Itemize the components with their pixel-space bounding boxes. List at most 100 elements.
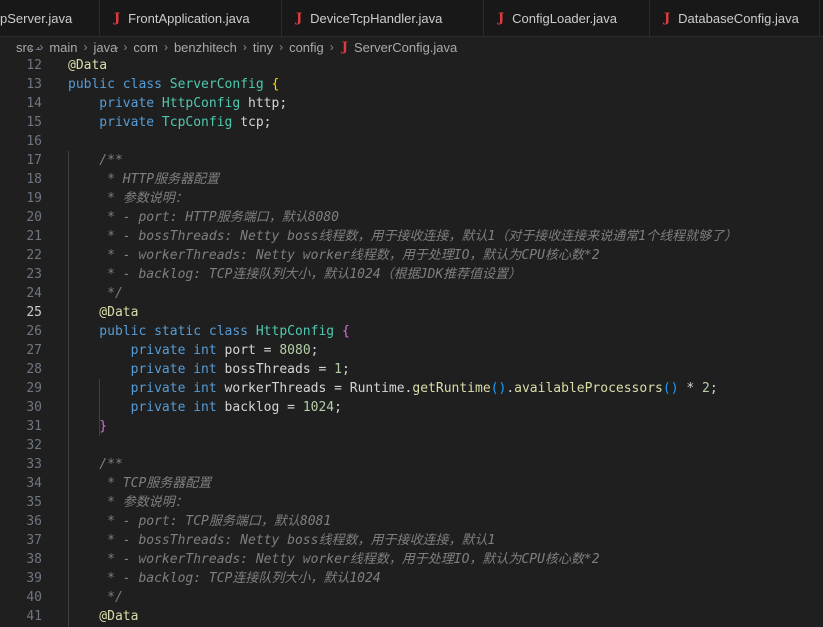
code-line[interactable]: 24 */ [0, 284, 823, 303]
code-token: * 参数说明： [68, 191, 188, 206]
line-number: 28 [26, 362, 42, 377]
code-token: bossThreads = [224, 362, 335, 377]
code-token: () [662, 381, 679, 396]
code-line[interactable]: 40 */ [0, 588, 823, 607]
code-text: private int bossThreads = 1; [68, 360, 350, 379]
code-line[interactable]: 18 * HTTP服务器配置 [0, 170, 823, 189]
code-token: * - workerThreads: Netty worker线程数，用于处理I… [68, 552, 600, 567]
code-token: ; [709, 381, 718, 396]
code-line[interactable]: 27 private int port = 8080; [0, 341, 823, 360]
code-token: getRuntime [412, 381, 491, 396]
line-number: 29 [26, 381, 42, 396]
code-line[interactable]: 30 private int backlog = 1024; [0, 398, 823, 417]
code-line[interactable]: 31 } [0, 417, 823, 436]
code-line[interactable]: 39 * - backlog: TCP连接队列大小，默认1024 [0, 569, 823, 588]
line-number: 11 [0, 47, 42, 56]
code-token: */ [68, 286, 123, 301]
code-token: private [68, 115, 162, 130]
line-number: 24 [26, 286, 42, 301]
java-file-icon: J [114, 10, 121, 26]
code-token: /** [68, 153, 123, 168]
code-text: public static class HttpConfig { [68, 322, 350, 341]
line-number: 38 [26, 552, 42, 567]
code-token: * - bossThreads: Netty boss线程数，用于接收连接，默认… [68, 229, 738, 244]
code-line[interactable]: 28 private int bossThreads = 1; [0, 360, 823, 379]
code-token: } [68, 419, 108, 434]
code-token: ; [310, 343, 319, 358]
code-line[interactable]: 32 [0, 436, 823, 455]
code-token: private [68, 96, 162, 111]
code-token: @Data [68, 609, 139, 624]
code-token: ServerConfig [169, 77, 272, 92]
code-line[interactable]: 37 * - bossThreads: Netty boss线程数，用于接收连接… [0, 531, 823, 550]
code-line[interactable]: 23 * - backlog: TCP连接队列大小，默认1024（根据JDK推荐… [0, 265, 823, 284]
code-text: * 参数说明： [68, 493, 188, 512]
code-line[interactable]: 41 @Data [0, 607, 823, 626]
code-line[interactable]: 14 private HttpConfig http; [0, 94, 823, 113]
code-line[interactable]: 19 * 参数说明： [0, 189, 823, 208]
code-text: @Data [68, 607, 138, 626]
line-number: 20 [26, 210, 42, 225]
code-line[interactable]: 12 @Data [0, 56, 823, 75]
code-token: */ [68, 47, 123, 54]
java-file-icon: J [296, 10, 303, 26]
code-text: private TcpConfig tcp; [68, 113, 271, 132]
code-token: 2 [702, 381, 710, 396]
java-file-icon: J [498, 10, 505, 26]
tab-databaseconfig[interactable]: J DatabaseConfig.java [650, 0, 820, 36]
code-token: ; [334, 400, 342, 415]
code-token: */ [68, 590, 123, 605]
code-token: * - port: TCP服务端口，默认8081 [68, 514, 332, 529]
code-line[interactable]: 17 /** [0, 151, 823, 170]
tab-devicetcphandler[interactable]: J DeviceTcpHandler.java [282, 0, 484, 36]
tab-configloader[interactable]: J ConfigLoader.java [484, 0, 650, 36]
code-line[interactable]: 22 * - workerThreads: Netty worker线程数，用于… [0, 246, 823, 265]
code-text: * - workerThreads: Netty worker线程数，用于处理I… [68, 246, 599, 265]
tab-label: DatabaseConfig.java [678, 10, 799, 26]
code-token: public static class [68, 324, 256, 339]
code-token: availableProcessors [514, 381, 663, 396]
code-token: TcpConfig [161, 115, 241, 130]
line-number: 31 [26, 419, 42, 434]
code-line[interactable]: 20 * - port: HTTP服务端口，默认8080 [0, 208, 823, 227]
code-line[interactable]: 26 public static class HttpConfig { [0, 322, 823, 341]
code-text: * - bossThreads: Netty boss线程数，用于接收连接，默认… [68, 531, 495, 550]
code-text: private int port = 8080; [68, 341, 319, 360]
line-number: 34 [26, 476, 42, 491]
code-line[interactable]: 16 [0, 132, 823, 151]
tab-frontapplication[interactable]: J FrontApplication.java [100, 0, 282, 36]
java-file-icon: J [664, 10, 671, 26]
code-token: @Data [68, 305, 139, 320]
code-token: HttpConfig [255, 324, 342, 339]
code-line[interactable]: 38 * - workerThreads: Netty worker线程数，用于… [0, 550, 823, 569]
code-text: } [68, 417, 107, 436]
code-token: * - backlog: TCP连接队列大小，默认1024 [68, 571, 381, 586]
line-number: 21 [26, 229, 42, 244]
tab-pserver[interactable]: pServer.java [0, 0, 100, 36]
code-text: * - backlog: TCP连接队列大小，默认1024 [68, 569, 381, 588]
code-line[interactable]: 34 * TCP服务器配置 [0, 474, 823, 493]
code-text: /** [68, 151, 123, 170]
line-number: 30 [26, 400, 42, 415]
code-token: 1 [334, 362, 342, 377]
code-line[interactable]: 21 * - bossThreads: Netty boss线程数，用于接收连接… [0, 227, 823, 246]
code-line[interactable]: 15 private TcpConfig tcp; [0, 113, 823, 132]
code-line[interactable]: 36 * - port: TCP服务端口，默认8081 [0, 512, 823, 531]
code-token: workerThreads = Runtime. [224, 381, 413, 396]
code-line[interactable]: 33 /** [0, 455, 823, 474]
code-text: * 参数说明： [68, 189, 188, 208]
code-line[interactable]: 29 private int workerThreads = Runtime.g… [0, 379, 823, 398]
code-line[interactable]: 11 */ [0, 47, 823, 56]
code-line[interactable]: 13 public class ServerConfig { [0, 75, 823, 94]
code-line[interactable]: 25 @Data [0, 303, 823, 322]
code-line[interactable]: 35 * 参数说明： [0, 493, 823, 512]
code-token: HttpConfig [161, 96, 249, 111]
code-token: public class [68, 77, 170, 92]
code-editor[interactable]: 11 */12@Data13public class ServerConfig … [0, 47, 823, 627]
line-number: 15 [26, 115, 42, 130]
line-number: 33 [26, 457, 42, 472]
code-token: { [341, 324, 350, 339]
line-number: 17 [26, 153, 42, 168]
code-token: private int [68, 362, 225, 377]
code-token: private int [68, 381, 225, 396]
